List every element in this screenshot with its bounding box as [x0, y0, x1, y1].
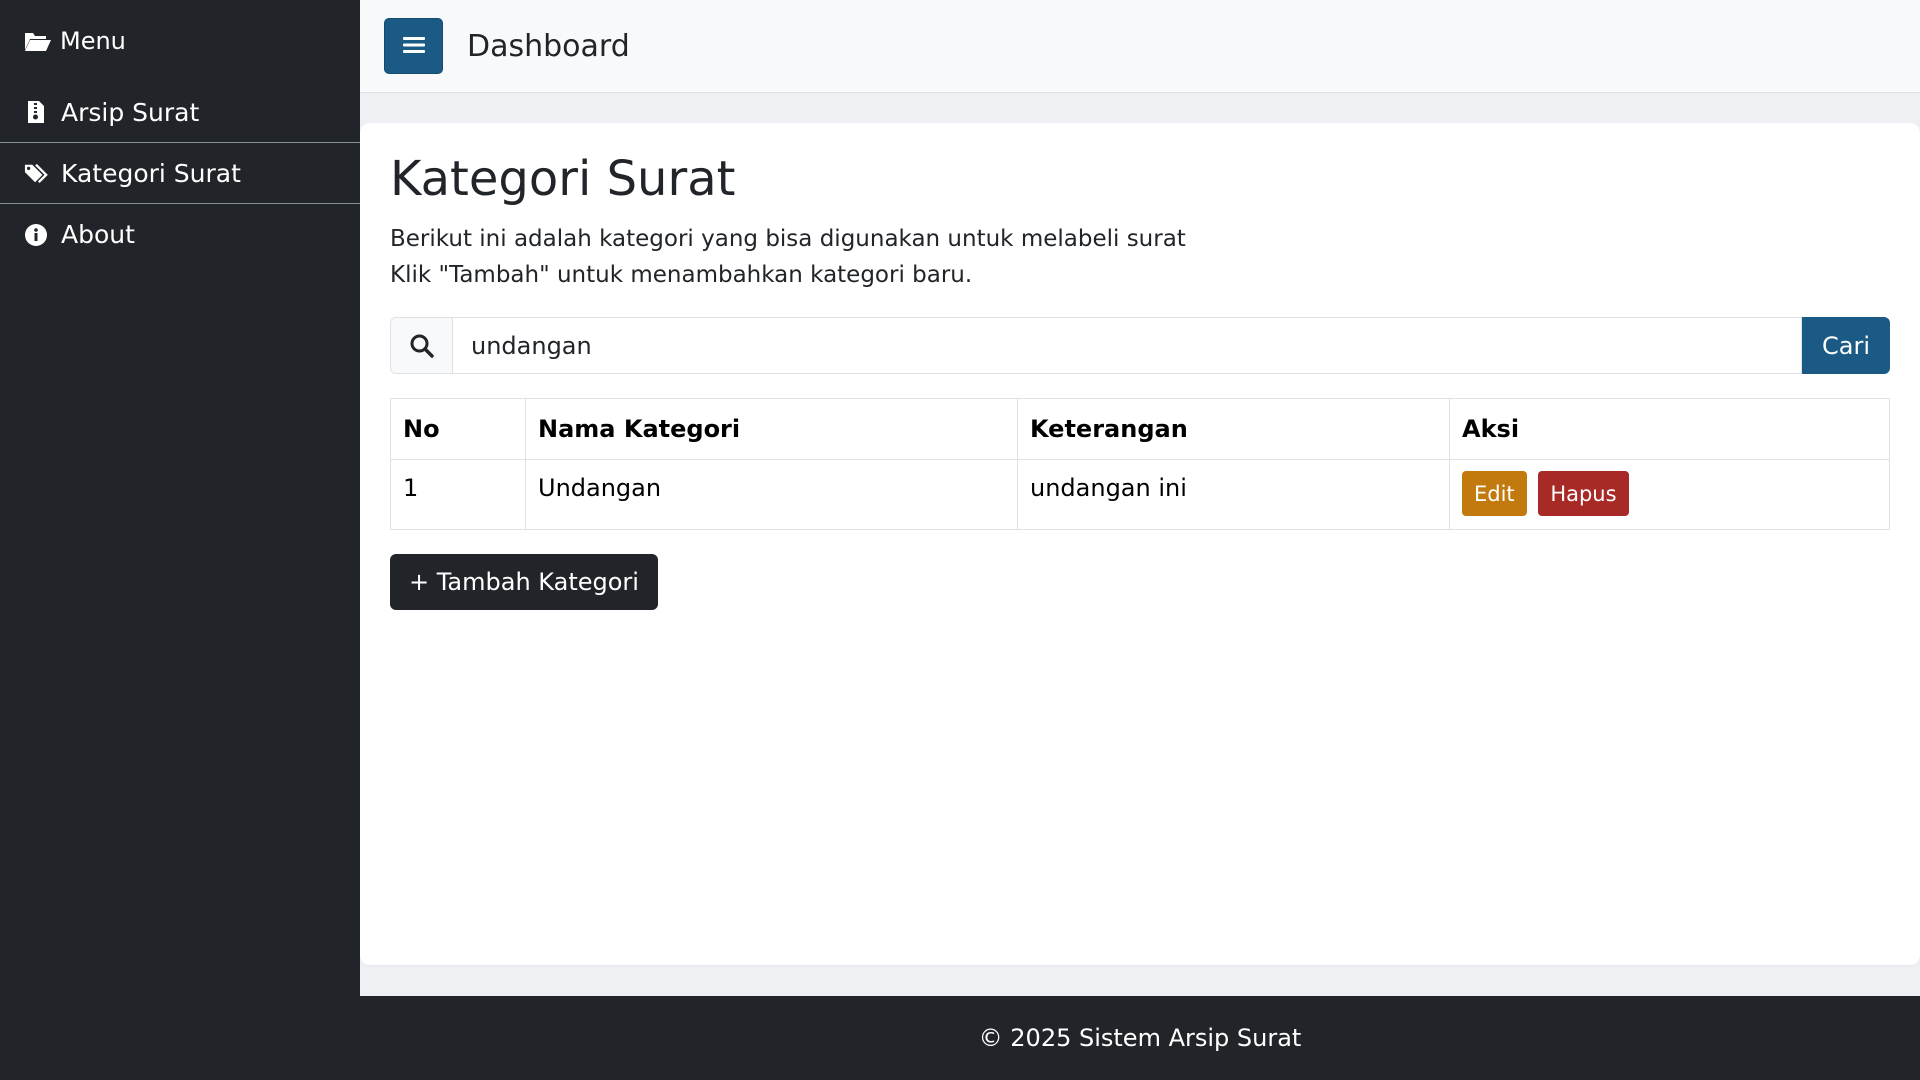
hamburger-icon [402, 36, 425, 57]
add-category-button[interactable]: + Tambah Kategori [390, 554, 658, 610]
content-card: Kategori Surat Berikut ini adalah katego… [360, 123, 1920, 965]
sidebar: Menu Arsip Surat Kategori Surat About [0, 0, 360, 1080]
category-table: No Nama Kategori Keterangan Aksi 1 Undan… [390, 398, 1890, 530]
search-icon [390, 317, 452, 374]
table-row: 1 Undangan undangan ini Edit Hapus [390, 459, 1890, 530]
sidebar-toggle-button[interactable] [384, 18, 443, 74]
sidebar-item-about[interactable]: About [0, 204, 360, 265]
cell-aksi: Edit Hapus [1449, 459, 1890, 530]
app: Menu Arsip Surat Kategori Surat About Da… [0, 0, 1920, 1080]
footer: © 2025 Sistem Arsip Surat [360, 996, 1920, 1080]
sidebar-nav: Arsip Surat Kategori Surat About [0, 82, 360, 265]
page-description-line-1: Berikut ini adalah kategori yang bisa di… [390, 226, 1186, 252]
topbar: Dashboard [360, 0, 1920, 93]
main-column: Dashboard Kategori Surat Berikut ini ada… [360, 0, 1920, 1080]
search-button[interactable]: Cari [1802, 317, 1890, 374]
footer-text: © 2025 Sistem Arsip Surat [978, 1024, 1302, 1052]
column-header-no: No [390, 398, 526, 460]
file-archive-icon [24, 100, 48, 124]
sidebar-header-label: Menu [60, 27, 126, 55]
info-circle-icon [24, 223, 48, 247]
cell-keterangan: undangan ini [1017, 459, 1450, 530]
topbar-title: Dashboard [467, 28, 630, 64]
content-wrap: Kategori Surat Berikut ini adalah katego… [360, 93, 1920, 996]
delete-button[interactable]: Hapus [1538, 471, 1629, 516]
search-input[interactable] [452, 317, 1802, 374]
column-header-aksi: Aksi [1449, 398, 1890, 460]
sidebar-header: Menu [0, 0, 360, 82]
sidebar-item-label: Arsip Surat [61, 97, 200, 127]
table-header-row: No Nama Kategori Keterangan Aksi [390, 398, 1890, 460]
column-header-nama-kategori: Nama Kategori [525, 398, 1018, 460]
page-description-line-2: Klik "Tambah" untuk menambahkan kategori… [390, 262, 973, 288]
sidebar-item-kategori-surat[interactable]: Kategori Surat [0, 143, 360, 204]
page-title: Kategori Surat [390, 151, 736, 207]
sidebar-item-label: About [61, 220, 135, 249]
tags-icon [24, 162, 48, 184]
sidebar-item-arsip-surat[interactable]: Arsip Surat [0, 82, 360, 143]
folder-open-icon [24, 30, 52, 52]
cell-nama-kategori: Undangan [525, 459, 1018, 530]
edit-button[interactable]: Edit [1462, 471, 1527, 516]
cell-no: 1 [390, 459, 526, 530]
column-header-keterangan: Keterangan [1017, 398, 1450, 460]
sidebar-item-label: Kategori Surat [61, 158, 241, 188]
search-group: Cari [390, 317, 1890, 374]
